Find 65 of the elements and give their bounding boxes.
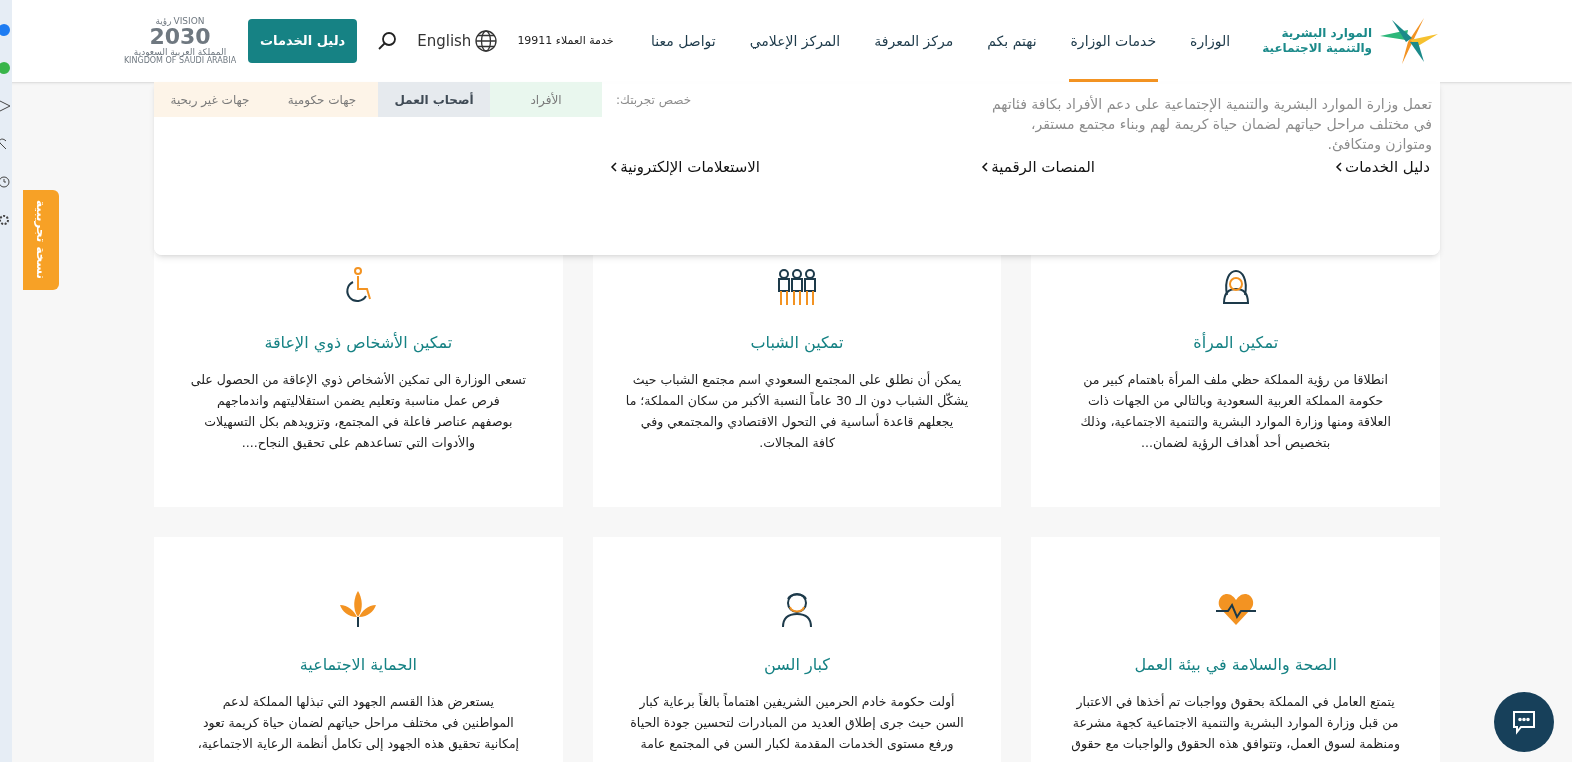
card-description: يتمتع العامل في المملكة بحقوق وواجبات تم أخذها في الاعتبار bbox=[1076, 692, 1395, 712]
card-description: حكومة المملكة العربية السعودية وبالتالي من الجهات ذات bbox=[1088, 392, 1384, 411]
dropdown-link[interactable]: الاستعلامات الإلكترونية bbox=[425, 156, 760, 179]
audience-tab[interactable]: جهات حكومية bbox=[266, 82, 378, 117]
audience-label: خصص تجربتك: bbox=[615, 91, 693, 110]
card-description: أولت حكومة خادم الحرمين الشريفين اهتماماً بالغاً برعاية كبار bbox=[639, 692, 955, 712]
card-description: والأدوات التي تساعدهم على تحقيق النجاح.... bbox=[241, 434, 475, 453]
card-title: كبار السن bbox=[764, 654, 830, 677]
card-description: العلاقة ومنها وزارة الموارد البشرية والتنمية الاجتماعية، وذلك bbox=[1080, 413, 1391, 432]
card-description: بوصفهم عناصر فاعلة في المجتمع، وتزويدهم بكل التسهيلات bbox=[204, 413, 513, 432]
audience-tab[interactable]: جهات غير ربحية bbox=[154, 82, 266, 117]
card-description: إمكانية تحقيق هذه الجهود إلى تكامل أنظمة الرعاية الاجتماعية، bbox=[197, 734, 520, 754]
intro-text: تعمل وزارة الموارد البشرية والتنمية الإجتماعية على دعم الأفراد بكافة فئاتهم bbox=[991, 94, 1432, 114]
nav-link[interactable]: مركز المعرفة bbox=[872, 0, 956, 82]
intro-text: في مختلف مراحل حياتهم لضمان حياة كريمة لهم وبناء مجتمع مستقر، bbox=[1030, 115, 1432, 134]
card-description: انطلاقا من رؤية المملكة حظي ملف المرأة باهتمام كبير من bbox=[1083, 370, 1389, 390]
logo-text: KINGDOM OF SAUDI ARABIA bbox=[123, 57, 237, 65]
audience-tab[interactable]: الأفراد bbox=[490, 82, 602, 117]
chevron-icon bbox=[981, 162, 989, 173]
card-description: ورفع مستوى الخدمات المقدمة لكبار السن في المجتمع عامة bbox=[640, 735, 954, 754]
logo-text: VISION bbox=[173, 17, 205, 26]
dropdown-link[interactable]: دليل الخدمات bbox=[1095, 156, 1430, 179]
card-title: تمكين الأشخاص ذوي الإعاقة bbox=[264, 331, 453, 355]
card-description: من قبل وزارة الموارد البشرية والتنمية الاجتماعية كجهة مشرعة bbox=[1072, 714, 1399, 733]
card-description: تسعى الوزارة الى تمكين الأشخاص ذوي الإعاقة من الحصول على bbox=[190, 371, 526, 390]
card-description: يجعلهم قاعدة أساسية في التحول الاقتصادي والمجتمعي وفي bbox=[640, 412, 954, 432]
card-description: المواطنين في مختلف مراحل حياتهم لضمان حياة كريمة تعود bbox=[202, 714, 514, 733]
nav-link[interactable]: الوزارة bbox=[1188, 0, 1233, 82]
service-card[interactable]: الحماية الاجتماعية يستعرض هذا القسم الجهود التي تبذلها المملكة لدعم المواطنين في مختلف مراحل حياتهم لضمان حياة كريمة تعود إمكانية تحقيق هذه الجهود إلى تكامل أنظمة الرعاية الاجتماعية، bbox=[154, 537, 563, 762]
logo-text: والتنمية الاجتماعية bbox=[1262, 41, 1372, 56]
card-title: الحماية الاجتماعية bbox=[299, 654, 417, 676]
chevron-icon bbox=[610, 162, 618, 173]
chat-button[interactable] bbox=[1494, 692, 1554, 752]
card-title: تمكين الشباب bbox=[750, 332, 844, 355]
services-guide-button[interactable]: دليل الخدمات bbox=[248, 19, 358, 63]
clock-icon[interactable] bbox=[0, 176, 12, 188]
chevron-icon bbox=[1335, 162, 1343, 173]
card-description: كافة المجالات. bbox=[759, 434, 835, 452]
card-title: تمكين المرأة bbox=[1193, 331, 1279, 355]
card-description: يمكن أن نطلق على المجتمع السعودي اسم مجتمع الشباب حيث bbox=[632, 370, 962, 390]
card-description: فرص عمل مناسبة وتعليم يضمن استقلاليتهم واندماجهم bbox=[216, 392, 500, 411]
service-card[interactable] bbox=[1031, 537, 1440, 762]
logo-text: الموارد البشرية bbox=[1280, 26, 1372, 41]
audience-tab[interactable]: أصحاب العمل bbox=[378, 82, 490, 117]
card-description: ومنظمة لسوق العمل، وتتوافق هذه الحقوق والواجبات مع حقوق bbox=[1071, 735, 1400, 754]
card-description: يستعرض هذا القسم الجهود التي تبذلها المملكة لدعم bbox=[222, 693, 495, 712]
dropdown-link[interactable]: المنصات الرقمية bbox=[760, 156, 1095, 179]
card-title: الصحة والسلامة في بيئة العمل bbox=[1134, 654, 1337, 677]
nav-link[interactable]: المركز الإعلامي bbox=[747, 0, 843, 82]
nav-link[interactable]: تواصل معنا bbox=[648, 0, 718, 82]
search-icon[interactable] bbox=[377, 31, 398, 51]
card-description: بتخصيص أحد أهداف الرؤية لضمان... bbox=[1141, 433, 1331, 453]
chat-icon bbox=[1511, 709, 1537, 735]
language-link[interactable]: English bbox=[417, 29, 498, 53]
intro-text: ومتوازن ومتكافئ. bbox=[1326, 135, 1432, 154]
card-description: يشكّل الشباب دون الـ 30 عاماً النسبة الأكبر من سكان المملكة؛ ما bbox=[625, 391, 969, 411]
logo-year: 2030 bbox=[149, 26, 211, 48]
nav-link[interactable]: نهتم بكم bbox=[985, 0, 1039, 82]
logo-text: المملكة العربية السعودية bbox=[133, 48, 227, 57]
customer-service-number: خدمة العملاء 19911 bbox=[517, 32, 614, 49]
globe-icon bbox=[475, 30, 498, 52]
logo-text: رؤية bbox=[155, 17, 172, 26]
send-icon[interactable] bbox=[0, 100, 12, 112]
card-description: السن حيث جرى إطلاق العديد من المبادرات لتحسين جودة الحياة bbox=[630, 714, 964, 733]
service-card[interactable]: كبار السن أولت حكومة خادم الحرمين الشريفين اهتماماً بالغاً برعاية كبار السن حيث جرى إطلاق العديد من المبادرات لتحسين جودة الحياة ورفع مستوى الخدمات المقدمة لكبار السن في المجتمع عامة bbox=[592, 537, 1002, 762]
